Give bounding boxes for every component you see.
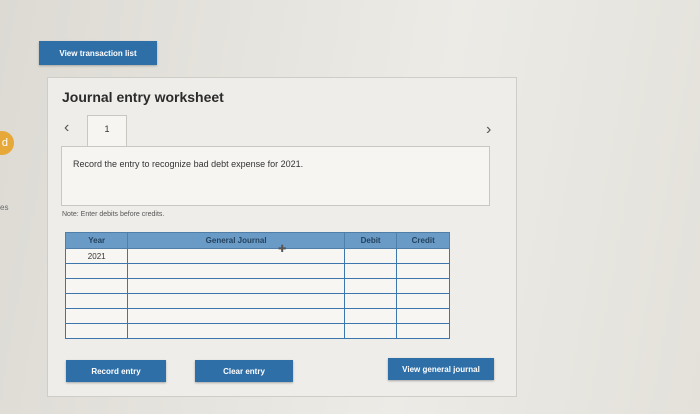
instruction-text: Record the entry to recognize bad debt e… [73,159,304,169]
credit-cell[interactable] [396,263,450,279]
tab-1[interactable]: 1 [87,115,127,146]
account-cell[interactable] [127,293,345,309]
column-header-debit: Debit [343,232,398,249]
move-cursor-icon: ✚ [278,244,287,255]
account-cell[interactable] [127,248,345,264]
credit-cell[interactable] [396,293,450,309]
year-cell[interactable]: 2021 [64,248,129,264]
credit-cell[interactable] [396,248,450,264]
view-general-journal-button[interactable]: View general journal [388,358,494,380]
column-header-year: Year [64,232,129,249]
debit-cell[interactable] [343,323,398,339]
debit-cell[interactable] [343,293,398,309]
year-cell[interactable] [64,278,129,294]
note-text: Note: Enter debits before credits. [62,211,165,218]
debit-cell[interactable] [343,308,398,324]
year-cell[interactable] [64,263,129,279]
journal-table: Year General Journal Debit Credit 2021 [64,232,450,339]
year-cell[interactable] [64,323,129,339]
table-row [64,278,450,294]
account-cell[interactable] [127,278,345,294]
clear-entry-button[interactable]: Clear entry [195,360,293,382]
year-cell[interactable] [64,293,129,309]
journal-worksheet-panel: Journal entry worksheet ‹ 1 › Record the… [47,77,517,397]
table-row [64,263,450,279]
column-header-general-journal: General Journal [127,232,345,249]
instruction-box: Record the entry to recognize bad debt e… [61,146,490,206]
table-row [64,293,450,309]
left-edge-badge: d [0,131,14,155]
left-edge-label: es [0,203,9,212]
debit-cell[interactable] [343,263,398,279]
credit-cell[interactable] [396,308,450,324]
credit-cell[interactable] [396,323,450,339]
record-entry-button[interactable]: Record entry [66,360,166,382]
table-row: 2021 [64,248,450,264]
credit-cell[interactable] [396,278,450,294]
view-transaction-list-button[interactable]: View transaction list [39,41,157,65]
column-header-credit: Credit [396,232,450,249]
debit-cell[interactable] [343,278,398,294]
table-row [64,323,450,339]
debit-cell[interactable] [343,248,398,264]
chevron-left-icon[interactable]: ‹ [64,119,69,137]
year-cell[interactable] [64,308,129,324]
table-row [64,308,450,324]
account-cell[interactable] [127,323,345,339]
account-cell[interactable] [127,263,345,279]
page-title: Journal entry worksheet [62,89,224,105]
account-cell[interactable] [127,308,345,324]
chevron-right-icon[interactable]: › [486,121,491,139]
